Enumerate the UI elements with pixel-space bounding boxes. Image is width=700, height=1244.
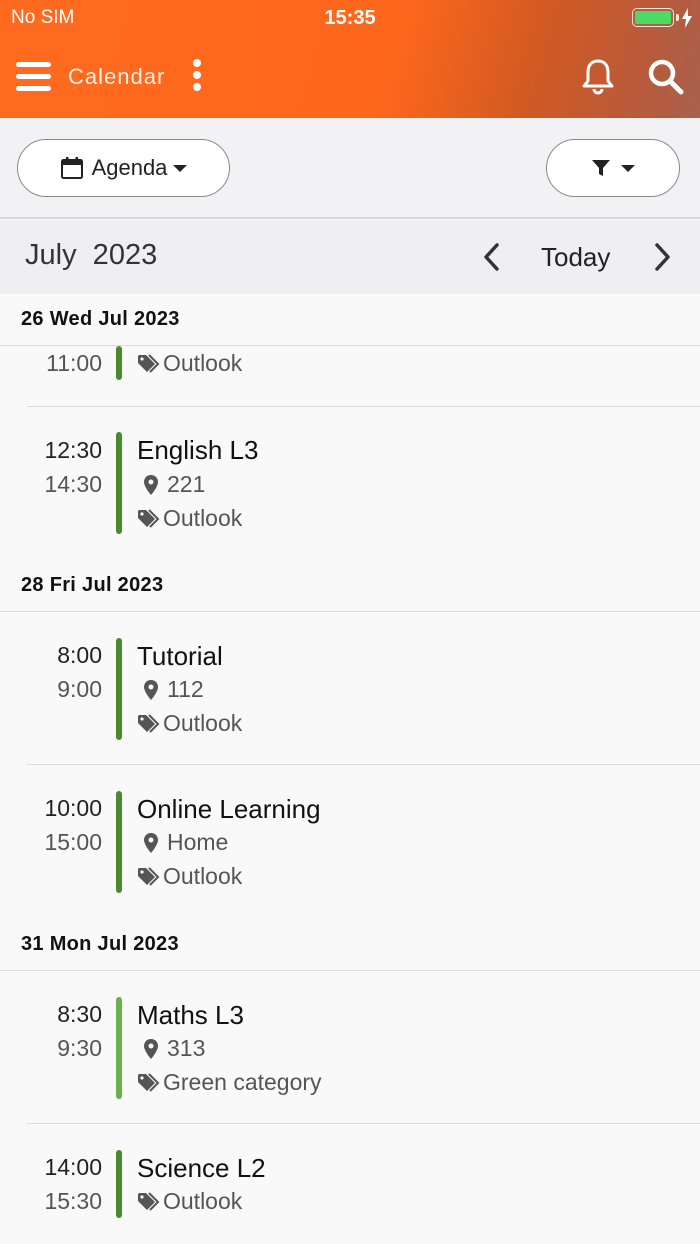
chevron-right-icon[interactable] bbox=[650, 241, 674, 273]
view-toolbar: Agenda bbox=[0, 118, 700, 219]
agenda-list[interactable]: 26 Wed Jul 2023 11:00 Outlook 12:30 14:3… bbox=[0, 294, 700, 1244]
chevron-down-icon bbox=[173, 164, 188, 172]
divider bbox=[27, 1123, 700, 1124]
day-header-label: 28 Fri Jul 2023 bbox=[21, 574, 164, 596]
day-header-label: 26 Wed Jul 2023 bbox=[21, 308, 180, 330]
tag-icon bbox=[138, 508, 160, 528]
event-location: 221 bbox=[137, 471, 205, 498]
filter-button[interactable] bbox=[546, 139, 680, 197]
event-category: Outlook bbox=[137, 505, 242, 532]
event-location-label: 112 bbox=[167, 676, 204, 702]
event-category-label: Green category bbox=[163, 1069, 322, 1095]
event-category-label: Outlook bbox=[163, 505, 243, 531]
location-pin-icon bbox=[144, 474, 158, 495]
event-location-label: 221 bbox=[167, 471, 206, 497]
event-item[interactable]: 12:30 14:30 English L3 221 Outlook bbox=[0, 432, 700, 542]
location-pin-icon bbox=[144, 832, 158, 853]
event-end-time: 9:30 bbox=[57, 1035, 102, 1061]
day-header: 31 Mon Jul 2023 bbox=[0, 919, 700, 971]
battery-icon bbox=[632, 8, 674, 27]
event-title: Online Learning bbox=[137, 794, 321, 824]
event-category-label: Outlook bbox=[163, 863, 243, 889]
event-start-time: 14:00 bbox=[44, 1154, 102, 1180]
event-start-time: 8:30 bbox=[57, 1001, 102, 1027]
battery-tip bbox=[676, 14, 679, 21]
event-end-time: 9:00 bbox=[57, 676, 102, 702]
event-end-time: 11:00 bbox=[46, 350, 102, 376]
event-item[interactable]: 14:00 15:30 Science L2 Outlook bbox=[0, 1150, 700, 1230]
day-header: 26 Wed Jul 2023 bbox=[0, 294, 700, 346]
tag-icon bbox=[138, 1072, 160, 1092]
event-end-time: 14:30 bbox=[44, 471, 102, 497]
event-category: Outlook bbox=[137, 1188, 242, 1215]
event-title: Maths L3 bbox=[137, 1000, 244, 1030]
view-selector-label: Agenda bbox=[91, 155, 168, 180]
event-category-label: Outlook bbox=[163, 1188, 243, 1214]
tag-icon bbox=[138, 713, 160, 733]
location-pin-icon bbox=[144, 679, 158, 700]
event-color-bar bbox=[116, 791, 122, 893]
event-location: Home bbox=[137, 829, 228, 856]
event-item[interactable]: 11:00 Outlook bbox=[0, 346, 700, 404]
month-navigation: July 2023 Today bbox=[0, 220, 700, 294]
day-header-label: 31 Mon Jul 2023 bbox=[21, 933, 179, 955]
event-start-time: 10:00 bbox=[44, 795, 102, 821]
chevron-left-icon[interactable] bbox=[480, 241, 504, 273]
view-selector-button[interactable]: Agenda bbox=[17, 139, 230, 197]
tag-icon bbox=[138, 866, 160, 886]
filter-icon bbox=[592, 160, 610, 176]
charging-icon bbox=[682, 8, 692, 28]
event-title: English L3 bbox=[137, 435, 259, 465]
tag-icon bbox=[138, 353, 160, 373]
calendar-icon bbox=[60, 157, 83, 179]
menu-icon[interactable] bbox=[16, 60, 52, 92]
app-header: No SIM 15:35 Calendar bbox=[0, 0, 700, 118]
event-category: Outlook bbox=[137, 863, 242, 890]
event-color-bar bbox=[116, 638, 122, 740]
status-clock: 15:35 bbox=[324, 7, 376, 29]
today-button[interactable]: Today bbox=[541, 242, 610, 273]
more-options-icon[interactable] bbox=[190, 59, 204, 91]
location-pin-icon bbox=[144, 1038, 158, 1059]
search-icon[interactable] bbox=[647, 58, 685, 96]
event-color-bar bbox=[116, 346, 122, 380]
event-title: Science L2 bbox=[137, 1153, 266, 1183]
event-category: Outlook bbox=[137, 710, 242, 737]
event-location: 313 bbox=[137, 1035, 205, 1062]
event-start-time: 12:30 bbox=[44, 437, 102, 463]
day-header: 28 Fri Jul 2023 bbox=[0, 560, 700, 612]
event-location-label: 313 bbox=[167, 1035, 206, 1061]
event-color-bar bbox=[116, 1150, 122, 1218]
event-item[interactable]: 10:00 15:00 Online Learning Home Outlook bbox=[0, 791, 700, 901]
app-title: Calendar bbox=[68, 64, 166, 89]
status-bar: No SIM 15:35 bbox=[0, 0, 700, 36]
event-location: 112 bbox=[137, 676, 204, 703]
event-end-time: 15:00 bbox=[44, 829, 102, 855]
month-title: July 2023 bbox=[25, 239, 158, 271]
bell-icon[interactable] bbox=[580, 57, 616, 95]
event-category: Green category bbox=[137, 1069, 322, 1096]
event-location-label: Home bbox=[167, 829, 229, 855]
event-color-bar bbox=[116, 432, 122, 534]
event-category-label: Outlook bbox=[163, 710, 243, 736]
event-end-time: 15:30 bbox=[44, 1188, 102, 1214]
chevron-down-icon bbox=[621, 164, 635, 172]
event-start-time: 8:00 bbox=[57, 642, 102, 668]
divider bbox=[27, 764, 700, 765]
event-category-label: Outlook bbox=[163, 350, 243, 376]
event-item[interactable]: 8:00 9:00 Tutorial 112 Outlook bbox=[0, 638, 700, 748]
event-category: Outlook bbox=[137, 350, 242, 377]
divider bbox=[27, 406, 700, 407]
tag-icon bbox=[138, 1191, 160, 1211]
event-item[interactable]: 8:30 9:30 Maths L3 313 Green category bbox=[0, 997, 700, 1107]
event-color-bar bbox=[116, 997, 122, 1099]
event-title: Tutorial bbox=[137, 641, 223, 671]
